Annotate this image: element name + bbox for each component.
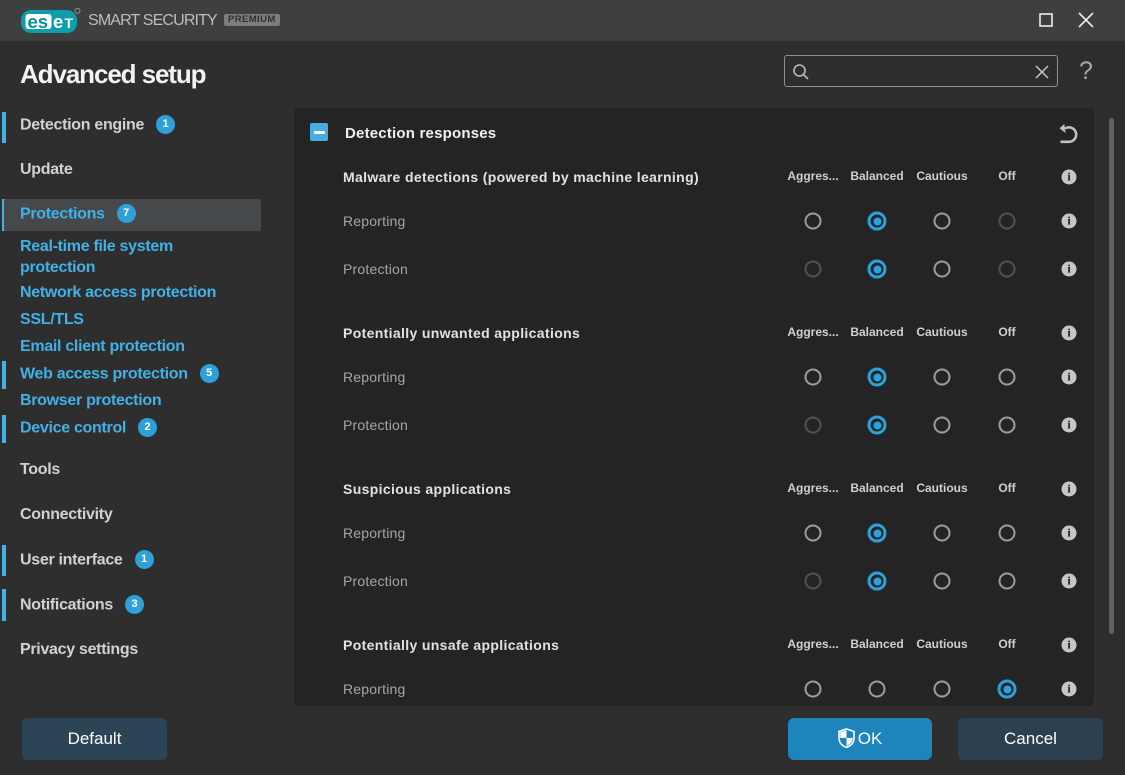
svg-text:e: e xyxy=(53,11,63,32)
svg-text:es: es xyxy=(28,11,49,32)
svg-text:T: T xyxy=(65,15,74,31)
